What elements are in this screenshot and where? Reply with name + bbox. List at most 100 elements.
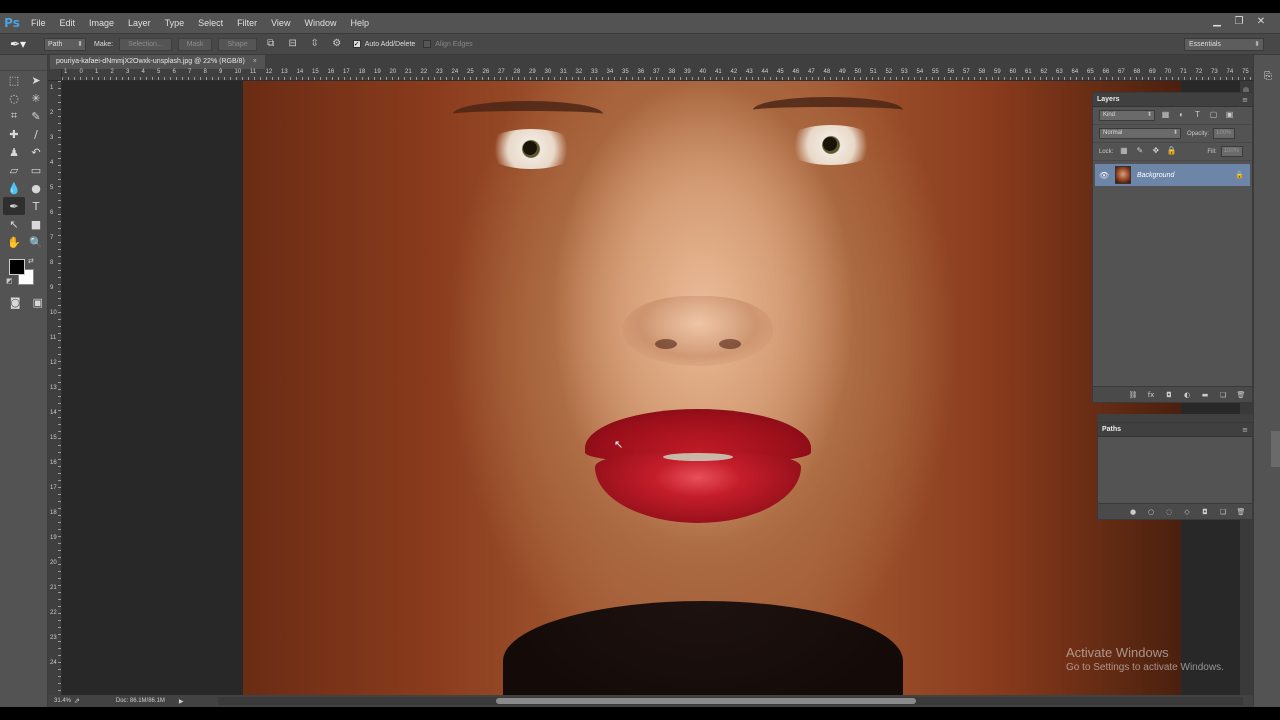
filter-kind-select[interactable]: Kind [1099,110,1155,121]
magic-wand-tool-icon[interactable]: ✳ [25,89,47,107]
type-filter-icon[interactable]: T [1192,110,1203,121]
layer-style-icon[interactable]: fx [1146,391,1156,399]
default-colors-icon[interactable]: ◩ [6,277,13,285]
path-alignment-icon[interactable]: ⊟ [285,37,301,51]
panel-menu-icon[interactable]: ≡ [1242,96,1248,104]
opacity-field[interactable]: 100% [1213,128,1236,139]
paths-panel-header[interactable]: Paths ≡ [1098,423,1252,437]
horizontal-scrollbar[interactable] [218,697,1243,705]
horizontal-scroll-thumb[interactable] [496,698,916,704]
eyedropper-tool-icon[interactable]: ✎ [25,107,47,125]
make-mask-button[interactable]: Mask [177,37,213,51]
foreground-color-swatch[interactable] [9,259,25,275]
new-group-icon[interactable]: ▬ [1200,391,1210,399]
screen-mode-icon[interactable]: ▣ [29,293,48,311]
menu-image[interactable]: Image [82,18,121,28]
path-operations-icon[interactable]: ⧉ [263,37,279,51]
layer-name[interactable]: Background [1137,172,1174,179]
close-icon[interactable]: × [253,58,257,65]
gear-icon[interactable]: ⚙ [329,37,345,51]
restore-icon[interactable]: ❐ [1232,15,1246,29]
path-selection-tool-icon[interactable]: ↖ [3,215,25,233]
pixel-filter-icon[interactable]: ▦ [1160,110,1171,121]
add-mask-icon[interactable]: ◘ [1164,391,1174,399]
zoom-level[interactable]: 31.4% [48,698,72,704]
brush-tool-icon[interactable]: / [25,125,47,143]
lock-transparency-icon[interactable]: ▦ [1118,146,1129,157]
portrait-photo[interactable] [243,81,1181,695]
pen-tool-preset-icon[interactable]: ✒▾ [10,36,36,52]
link-layers-icon[interactable]: ⛓ [1128,391,1138,399]
rectangle-tool-icon[interactable]: ■ [25,215,47,233]
lock-all-icon[interactable]: 🔒 [1166,146,1177,157]
menu-window[interactable]: Window [297,18,343,28]
share-icon[interactable]: ⇗ [74,697,80,705]
layer-row-background[interactable]: 👁 Background 🔒 [1095,164,1250,186]
lock-position-icon[interactable]: ✥ [1150,146,1161,157]
pen-mode-select[interactable]: Path [44,37,86,51]
eraser-tool-icon[interactable]: ▱ [3,161,25,179]
crop-tool-icon[interactable]: ⌗ [3,107,25,125]
stroke-path-icon[interactable]: ○ [1146,508,1156,516]
paths-panel-grip[interactable] [1097,414,1253,422]
hand-tool-icon[interactable]: ✋ [3,233,25,251]
menu-help[interactable]: Help [343,18,376,28]
horizontal-ruler[interactable]: 1 0 1 2 3 4 5 6 7 8 9 10 11 12 13 14 15 16 17 18 19 20 21 22 23 2… [62,69,1264,81]
status-menu-arrow-icon[interactable]: ▶ [179,698,184,705]
quick-mask-icon[interactable]: ◙ [6,293,25,311]
document-tab[interactable]: pouriya-kafaei-dNmmjX2Owxk-unsplash.jpg … [50,55,265,69]
panel-menu-icon[interactable]: ≡ [1242,426,1248,434]
shape-filter-icon[interactable]: ▢ [1208,110,1219,121]
menu-select[interactable]: Select [191,18,230,28]
move-tool-icon[interactable]: ➤ [25,71,47,89]
make-shape-button[interactable]: Shape [218,37,257,51]
fill-path-icon[interactable]: ● [1128,508,1138,516]
menu-file[interactable]: File [24,18,53,28]
menu-edit[interactable]: Edit [53,18,83,28]
canvas-area[interactable]: ↖ Activate Windows Go to Settings to act… [62,81,1240,695]
pen-tool-icon[interactable]: ✒ [3,197,25,215]
minimize-icon[interactable]: ▁ [1210,15,1224,29]
menu-layer[interactable]: Layer [121,18,158,28]
ruler-origin[interactable] [48,69,62,81]
menu-type[interactable]: Type [158,18,192,28]
zoom-tool-icon[interactable]: 🔍 [25,233,47,251]
swap-colors-icon[interactable]: ⇄ [28,257,34,265]
close-icon[interactable]: ✕ [1254,15,1268,29]
healing-brush-tool-icon[interactable]: ✚ [3,125,25,143]
workspace-select[interactable]: Essentials [1184,38,1264,51]
make-selection-button[interactable]: Selection... [119,37,172,51]
adjustment-layer-icon[interactable]: ◐ [1182,391,1192,399]
vertical-ruler[interactable]: 1 2 3 4 5 6 7 8 9 10 11 12 13 14 15 16 17 18 19 20 21 22 23 24 [48,81,62,695]
tools-panel-grip[interactable] [0,55,47,71]
blend-mode-select[interactable]: Normal [1099,128,1181,139]
delete-path-icon[interactable]: 🗑 [1236,508,1246,516]
history-brush-tool-icon[interactable]: ↶ [25,143,47,161]
adjustment-filter-icon[interactable]: ◐ [1176,110,1187,121]
menu-filter[interactable]: Filter [230,18,264,28]
marquee-tool-icon[interactable]: ⬚ [3,71,25,89]
delete-layer-icon[interactable]: 🗑 [1236,391,1246,399]
new-path-icon[interactable]: ❏ [1218,508,1228,516]
menu-view[interactable]: View [264,18,297,28]
make-work-path-icon[interactable]: ◇ [1182,508,1192,516]
smart-object-filter-icon[interactable]: ▣ [1224,110,1235,121]
auto-add-delete-checkbox[interactable]: ✓ [352,40,361,48]
gradient-tool-icon[interactable]: ▭ [25,161,47,179]
lasso-tool-icon[interactable]: ◌ [3,89,25,107]
align-edges-checkbox[interactable] [423,40,432,48]
layers-panel-header[interactable]: Layers ≡ [1093,93,1252,107]
visibility-eye-icon[interactable]: 👁 [1099,171,1113,180]
lock-pixels-icon[interactable]: ✎ [1134,146,1145,157]
blur-tool-icon[interactable]: 💧 [3,179,25,197]
fill-field[interactable]: 100% [1220,146,1243,157]
type-tool-icon[interactable]: T [25,197,47,215]
panel-dock-icon[interactable]: ⎘ [1261,71,1275,85]
add-mask-icon[interactable]: ◘ [1200,508,1210,516]
clone-stamp-tool-icon[interactable]: ♟ [3,143,25,161]
path-arrangement-icon[interactable]: ⇳ [307,37,323,51]
load-path-as-selection-icon[interactable]: ◌ [1164,508,1174,516]
new-layer-icon[interactable]: ❏ [1218,391,1228,399]
dock-collapse-tab[interactable] [1271,431,1280,467]
dodge-tool-icon[interactable]: ● [25,179,47,197]
